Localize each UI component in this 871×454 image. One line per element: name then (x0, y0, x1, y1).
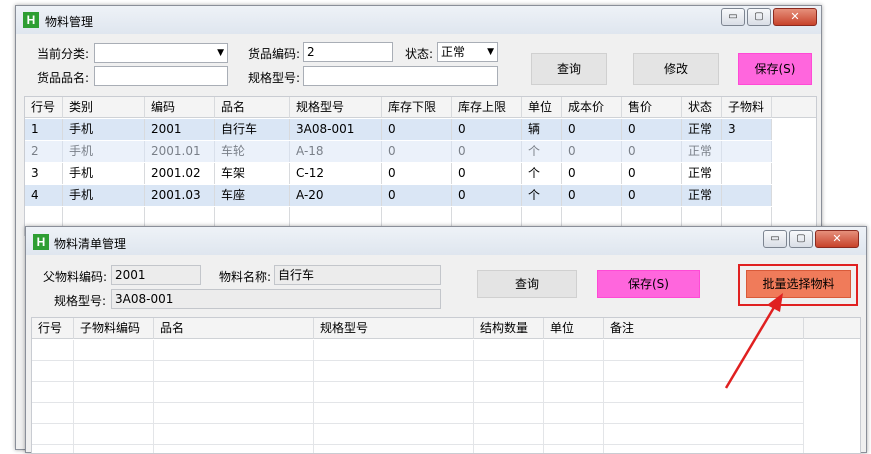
annotation-arrow-icon (724, 293, 783, 389)
